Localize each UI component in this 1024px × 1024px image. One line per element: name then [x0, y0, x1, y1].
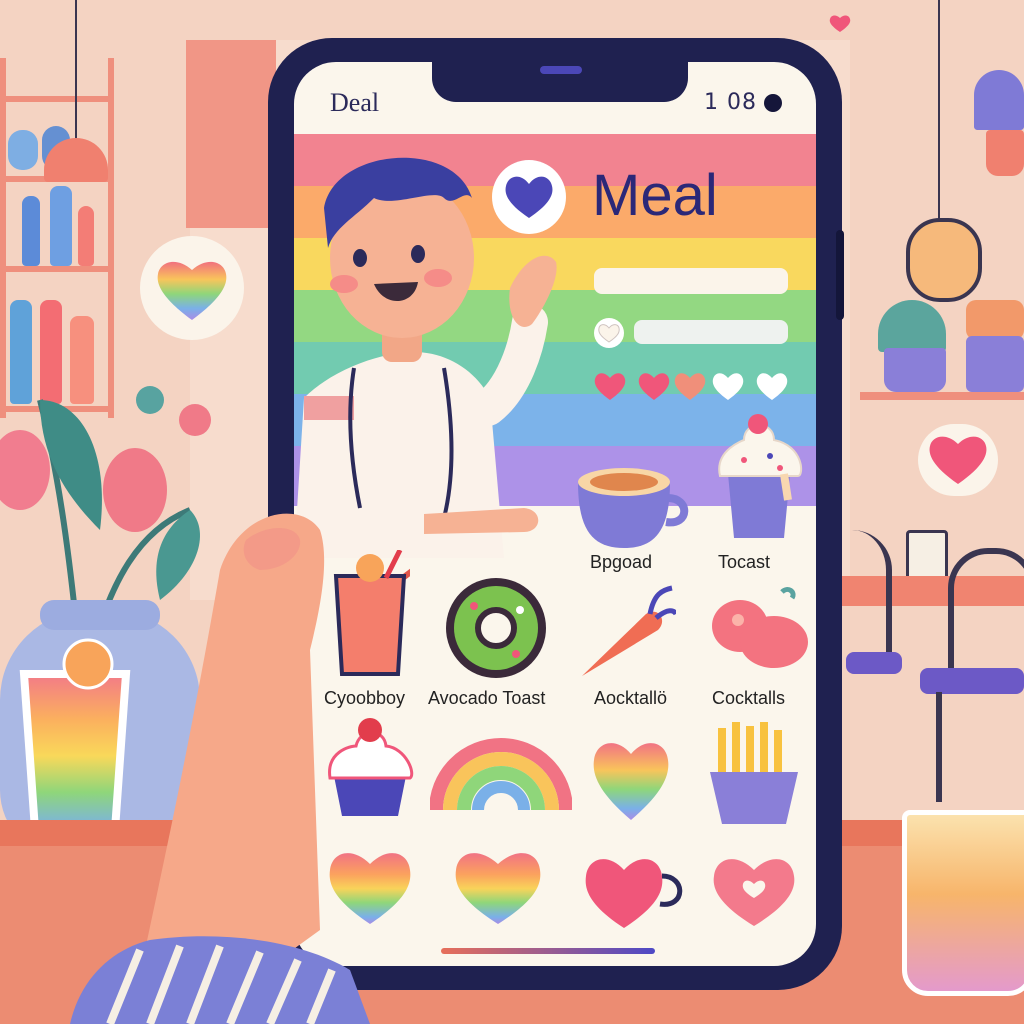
plant-pot: [966, 336, 1024, 392]
heart-sign: [140, 236, 244, 340]
bottle-decor: [22, 196, 40, 266]
page-title: Meal: [592, 163, 718, 228]
plant-pot: [986, 130, 1024, 176]
window-blind: [186, 40, 276, 228]
camera-dot-icon: [764, 94, 782, 112]
heart-toggle-button[interactable]: [594, 318, 624, 348]
heart-icon[interactable]: [708, 848, 800, 928]
menu-label-cocktalls[interactable]: Cocktalls: [712, 688, 785, 709]
pendant-lamp: [906, 218, 982, 302]
phone-speaker: [540, 66, 582, 74]
coffee-cup-icon[interactable]: [574, 462, 694, 552]
rating-hearts[interactable]: [592, 368, 792, 404]
plant-decor: [966, 300, 1024, 340]
menu-label-bpgoad[interactable]: Bpgoad: [590, 552, 652, 573]
heart-icon: [929, 436, 987, 484]
shelf-board: [0, 266, 114, 272]
menu-label-aocktallo[interactable]: Aocktallö: [594, 688, 667, 709]
shelf-board: [860, 392, 1024, 400]
carrot-icon[interactable]: [576, 584, 676, 684]
app-name: Deal: [330, 88, 380, 117]
cupcake-icon[interactable]: [714, 410, 804, 540]
jar-decor: [8, 130, 38, 170]
lamp-cord: [75, 0, 77, 140]
plant-pot: [884, 348, 946, 392]
chair-seat: [846, 652, 902, 674]
lamp-cord: [938, 0, 940, 220]
drink-glass-decor: [902, 810, 1024, 996]
search-bar[interactable]: [594, 268, 788, 294]
heart-mug-icon[interactable]: [580, 846, 690, 930]
chair-seat: [920, 668, 1024, 694]
menu-label-avocado-toast[interactable]: Avocado Toast: [428, 688, 545, 709]
rainbow-heart-icon[interactable]: [450, 840, 546, 926]
hand-holding-phone: [70, 513, 370, 1024]
shelf-board: [0, 96, 114, 102]
rainbow-icon[interactable]: [430, 730, 572, 812]
sausage-icon[interactable]: [710, 586, 810, 676]
chair-leg: [936, 692, 942, 802]
bottle-decor: [78, 206, 94, 266]
sign-decor: [906, 530, 948, 582]
fries-icon[interactable]: [706, 722, 802, 826]
rainbow-heart-icon[interactable]: [588, 722, 674, 822]
heart-icon: [598, 324, 620, 343]
heart-sign: [918, 424, 998, 496]
status-time: 1 08: [704, 90, 757, 115]
waving-person-illustration: [294, 157, 557, 558]
donut-icon[interactable]: [444, 576, 548, 680]
menu-label-tocast[interactable]: Tocast: [718, 552, 770, 573]
home-indicator[interactable]: [441, 948, 655, 954]
rainbow-heart-icon: [157, 261, 227, 320]
bottle-decor: [50, 186, 72, 266]
side-button[interactable]: [836, 230, 844, 320]
phone-notch: [432, 58, 688, 102]
plant-decor: [974, 70, 1024, 130]
heart-icon: [828, 14, 852, 34]
cafe-chair: [846, 530, 892, 660]
filter-field[interactable]: [634, 320, 788, 344]
